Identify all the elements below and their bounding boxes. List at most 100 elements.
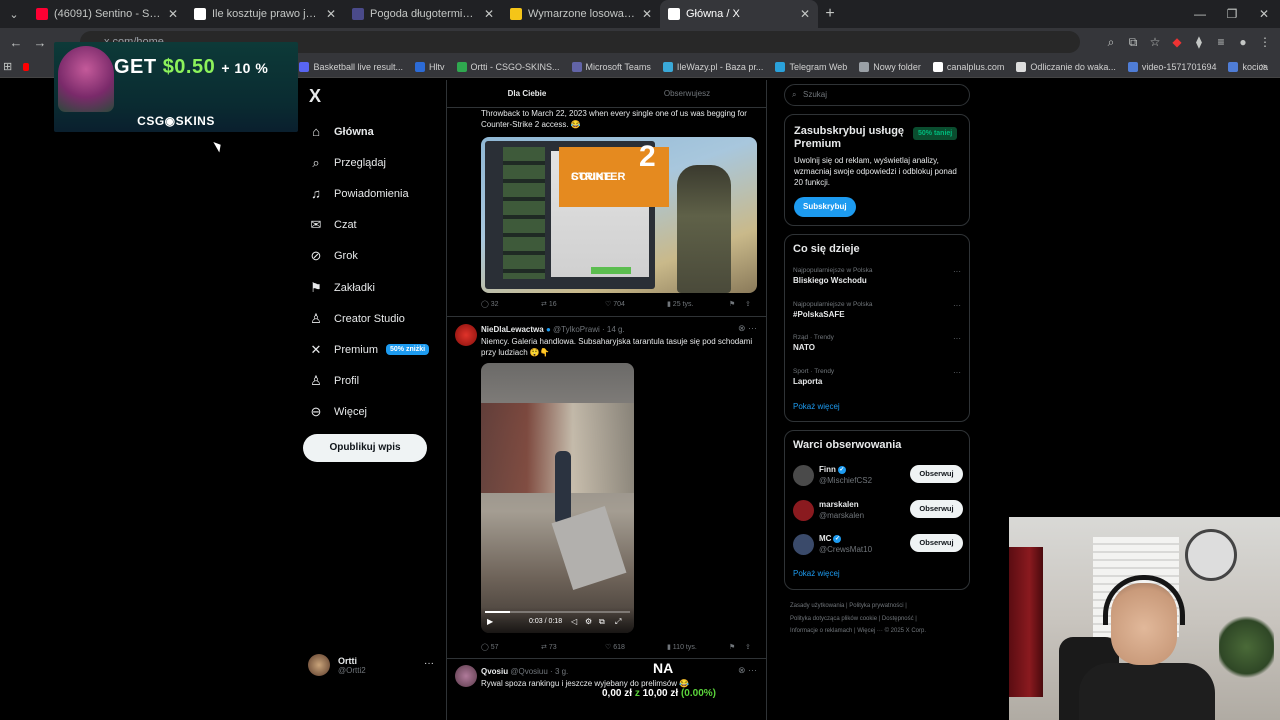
browser-tab[interactable]: Główna / X ✕ xyxy=(660,0,818,28)
close-tab-icon[interactable]: ✕ xyxy=(642,7,652,21)
bookmark-item[interactable]: IleWazy.pl - Baza pr... xyxy=(662,61,763,72)
trend-item[interactable]: Rząd · Trendy NATO ··· xyxy=(793,334,963,352)
pip-icon[interactable]: ⧉ xyxy=(599,617,605,627)
sidebar-item-premium[interactable]: ✕ Premium 50% zniżki xyxy=(308,334,430,365)
views-icon[interactable]: ▮ 25 tys. xyxy=(667,300,729,308)
extensions-icon[interactable]: ⧫ xyxy=(1188,35,1210,49)
profile-avatar-icon[interactable]: ● xyxy=(1232,35,1254,49)
browser-tab[interactable]: Pogoda długoterminowa Warsz ✕ xyxy=(344,0,502,28)
follow-suggestion[interactable]: MC ✓ @CrewsMat10 Obserwuj xyxy=(793,532,963,558)
more-dots-icon[interactable]: ··· xyxy=(953,267,961,276)
extension-red-icon[interactable]: ◆ xyxy=(1166,35,1188,49)
trend-item[interactable]: Sport · Trendy Laporta ··· xyxy=(793,368,963,386)
sidebar-item-zakładki[interactable]: ⚑ Zakładki xyxy=(308,272,429,303)
volume-icon[interactable]: ◁ xyxy=(571,617,577,626)
more-dots-icon[interactable]: ··· xyxy=(953,301,961,310)
minimize-icon[interactable]: — xyxy=(1184,0,1216,28)
bookmark-item[interactable]: Ortti - CSGO-SKINS... xyxy=(456,61,560,72)
bookmark-icon[interactable]: ⚑ xyxy=(729,300,745,308)
sidebar-item-powiadomienia[interactable]: ♫ Powiadomienia xyxy=(308,178,429,209)
more-dots-icon[interactable]: ··· xyxy=(424,658,434,669)
sidebar-item-przeglądaj[interactable]: ⌕ Przeglądaj xyxy=(308,147,429,178)
bookmark-icon[interactable]: ⚑ xyxy=(729,643,745,651)
close-window-icon[interactable]: ✕ xyxy=(1248,0,1280,28)
close-tab-icon[interactable]: ✕ xyxy=(168,7,178,21)
reply-icon[interactable]: ◯ 32 xyxy=(481,300,541,308)
more-dots-icon[interactable]: ··· xyxy=(953,334,961,343)
reply-icon[interactable]: ◯ 57 xyxy=(481,643,541,651)
tab-following[interactable]: Obserwujesz xyxy=(607,80,766,107)
tweet-image[interactable]: COUNTER STRIKE 2 xyxy=(481,137,757,293)
forward-arrow-icon[interactable]: → xyxy=(28,35,52,50)
footer-line[interactable]: Informacje o reklamach | Więcej ··· © 20… xyxy=(790,625,970,638)
sidebar-item-główna[interactable]: ⌂ Główna xyxy=(308,116,429,147)
follow-suggestion[interactable]: Finn ✓ @MischiefCS2 Obserwuj xyxy=(793,463,963,489)
browser-tab[interactable]: Wymarzone losowanie Barcelon ✕ xyxy=(502,0,660,28)
tab-search-chevron-icon[interactable]: ⌄ xyxy=(0,8,28,21)
footer-line[interactable]: Polityka dotycząca plików cookie | Dostę… xyxy=(790,613,970,626)
play-icon[interactable]: ▶ xyxy=(487,617,493,626)
star-icon[interactable]: ☆ xyxy=(1144,35,1166,49)
avatar[interactable] xyxy=(455,324,477,346)
media-icon[interactable]: ≡ xyxy=(1210,35,1232,49)
search-input[interactable]: ⌕ Szukaj xyxy=(784,84,970,106)
footer-line[interactable]: Zasady użytkowania | Polityka prywatnośc… xyxy=(790,600,970,613)
install-icon[interactable]: ⧉ xyxy=(1122,35,1144,50)
avatar[interactable] xyxy=(793,465,814,486)
maximize-icon[interactable]: ❐ xyxy=(1216,0,1248,28)
follow-suggestion[interactable]: marskalen @marskalen Obserwuj xyxy=(793,498,963,524)
video-progress[interactable] xyxy=(485,611,630,613)
new-tab-button[interactable]: + xyxy=(818,5,842,23)
tweet[interactable]: Throwback to March 22, 2023 when every s… xyxy=(447,80,766,317)
more-dots-icon[interactable]: ··· xyxy=(953,368,961,377)
sidebar-item-creator-studio[interactable]: ♙ Creator Studio xyxy=(308,303,429,334)
bookmarks-overflow-icon[interactable]: » xyxy=(1260,61,1266,72)
views-icon[interactable]: ▮ 110 tys. xyxy=(667,643,729,651)
show-more-link[interactable]: Pokaż więcej xyxy=(793,402,840,411)
menu-icon[interactable]: ⋮ xyxy=(1254,35,1276,49)
like-icon[interactable]: ♡ 618 xyxy=(605,643,667,651)
browser-tab[interactable]: Ile kosztuje prawo jazdy - Szuk ✕ xyxy=(186,0,344,28)
avatar[interactable] xyxy=(455,665,477,687)
close-tab-icon[interactable]: ✕ xyxy=(484,7,494,21)
bookmark-item[interactable]: Nowy folder xyxy=(859,61,921,72)
retweet-icon[interactable]: ⇄ 73 xyxy=(541,643,605,651)
bookmark-item[interactable]: Microsoft Teams xyxy=(571,61,651,72)
sidebar-item-profil[interactable]: ♙ Profil xyxy=(308,366,429,397)
follow-button[interactable]: Obserwuj xyxy=(910,499,963,518)
settings-icon[interactable]: ⚙ xyxy=(585,617,592,626)
more-dots-icon[interactable]: ⊗ ··· xyxy=(738,665,757,676)
tweet-video[interactable]: ▶ 0:03 / 0:18 ◁ ⚙ ⧉ ⤢ xyxy=(481,363,634,633)
sidebar-item-czat[interactable]: ✉ Czat xyxy=(308,210,429,241)
bookmark-item[interactable]: canalplus.com xyxy=(932,61,1004,72)
like-icon[interactable]: ♡ 704 xyxy=(605,300,667,308)
bookmark-item[interactable]: Telegram Web xyxy=(775,61,847,72)
tweet[interactable]: NieDlaLewactwa ● @TylkoPrawi · 14 g. ⊗ ·… xyxy=(447,317,766,659)
youtube-bookmark-icon[interactable] xyxy=(23,62,30,71)
share-icon[interactable]: ⇪ xyxy=(745,300,751,308)
account-switcher[interactable]: Ortti @Ortti2 ··· xyxy=(308,654,434,676)
tab-for-you[interactable]: Dla Ciebie xyxy=(447,80,607,107)
post-button[interactable]: Opublikuj wpis xyxy=(303,434,427,462)
x-logo[interactable]: X xyxy=(309,86,321,107)
browser-tab[interactable]: (46091) Sentino - SAFE (Sila ✕ xyxy=(28,0,186,28)
follow-button[interactable]: Obserwuj xyxy=(910,534,963,552)
avatar[interactable] xyxy=(793,499,814,521)
subscribe-button[interactable]: Subskrybuj xyxy=(794,197,856,217)
close-tab-icon[interactable]: ✕ xyxy=(800,7,810,21)
sidebar-item-grok[interactable]: ⊘ Grok xyxy=(308,241,429,272)
close-tab-icon[interactable]: ✕ xyxy=(326,7,336,21)
more-dots-icon[interactable]: ⊗ ··· xyxy=(738,323,757,334)
trend-item[interactable]: Najpopularniejsze w Polska Bliskiego Wsch… xyxy=(793,267,963,285)
fullscreen-icon[interactable]: ⤢ xyxy=(615,617,621,627)
share-icon[interactable]: ⇪ xyxy=(745,643,751,651)
show-more-link[interactable]: Pokaż więcej xyxy=(793,569,840,578)
trend-item[interactable]: Najpopularniejsze w Polska #PolskaSAFE ··· xyxy=(793,301,963,319)
bookmark-item[interactable]: Odliczanie do waka... xyxy=(1016,61,1116,72)
avatar[interactable] xyxy=(793,534,814,555)
retweet-icon[interactable]: ⇄ 16 xyxy=(541,300,605,308)
bookmark-item[interactable]: Basketball live result... xyxy=(299,61,403,72)
sidebar-item-więcej[interactable]: ⊖ Więcej xyxy=(308,397,429,428)
apps-icon[interactable]: ⊞ xyxy=(0,60,15,73)
bookmark-item[interactable]: Hltv xyxy=(415,61,445,72)
